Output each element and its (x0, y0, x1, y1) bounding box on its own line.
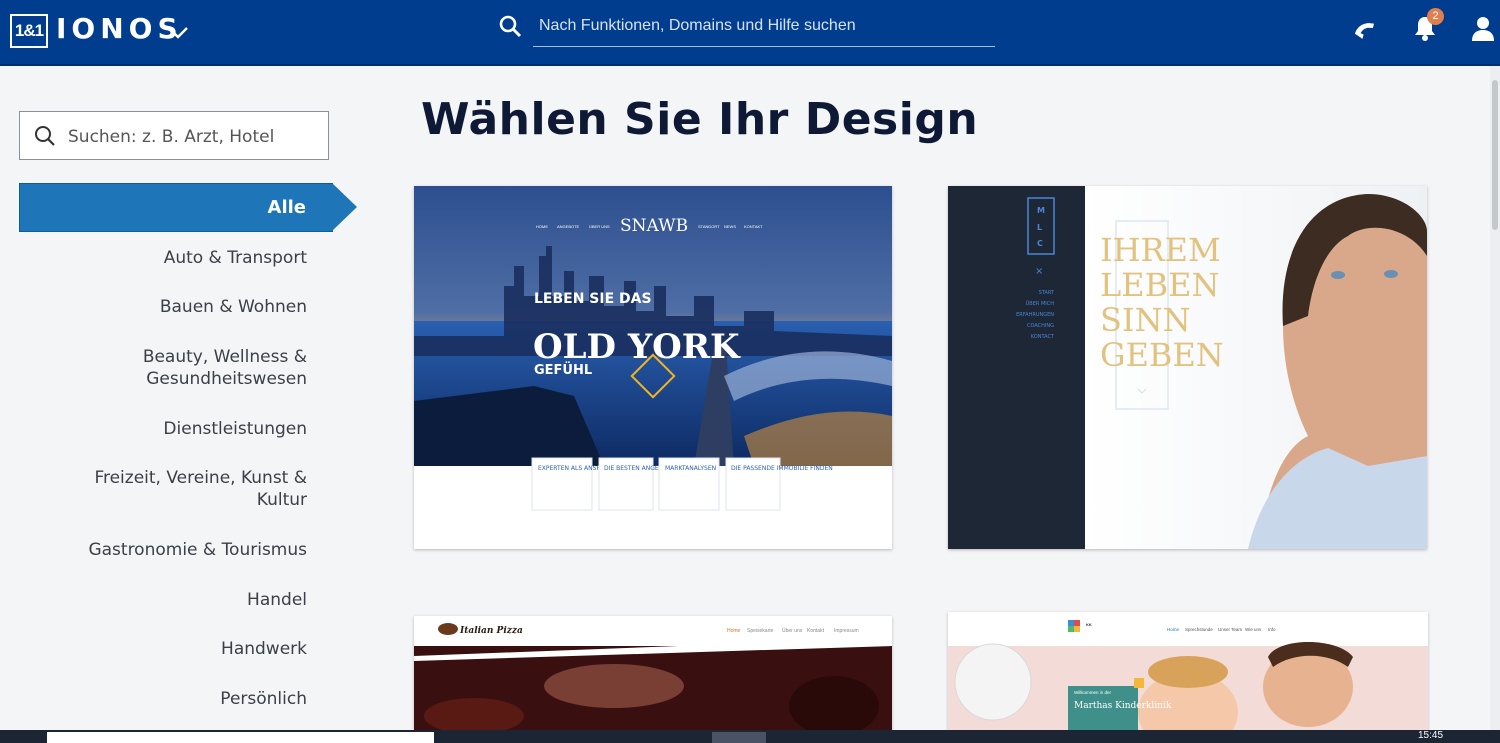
design-card-kinderklinik[interactable]: KK Home Sprechstunde Unser Team Wie uns … (948, 612, 1428, 730)
mlc-nav-ueber-mich: ÜBER MICH (1026, 300, 1055, 307)
snawb-nav-standort: STANDORT (698, 224, 720, 229)
category-handwerk[interactable]: Handwerk (47, 638, 307, 660)
design-card-snawb[interactable]: HOME ANGEBOTE ÜBER UNS STANDORT NEWS KON… (414, 186, 892, 549)
mlc-nav-erfahrungen: ERFAHRUNGEN (1016, 312, 1054, 318)
taskbar-search-box[interactable] (47, 732, 434, 743)
global-search-input[interactable] (533, 10, 995, 42)
mlc-headline-4: GEBEN (1100, 336, 1224, 374)
pizza-nav-impressum: Impressum (834, 628, 859, 634)
pizza-brand: Italian Pizza (459, 626, 523, 636)
design-card-italian-pizza[interactable]: Italian Pizza Home Speisekarte Über uns … (414, 616, 892, 730)
page-title: Wählen Sie Ihr Design (421, 94, 979, 145)
category-freizeit[interactable]: Freizeit, Vereine, Kunst & Kultur (77, 467, 307, 511)
mlc-nav-kontact: KONTACT (1031, 334, 1055, 340)
design-preview-snawb: HOME ANGEBOTE ÜBER UNS STANDORT NEWS KON… (414, 186, 892, 549)
snawb-tile-4: DIE PASSENDE IMMOBILIE FINDEN (731, 465, 833, 472)
phone-icon[interactable] (1352, 16, 1380, 44)
svg-text:L: L (1037, 223, 1042, 232)
pizza-nav-speisekarte: Speisekarte (747, 628, 774, 634)
os-taskbar: 15:45 (0, 730, 1500, 743)
mlc-nav-start: START (1039, 290, 1055, 296)
mlc-headline-3: SINN (1100, 301, 1191, 339)
category-all[interactable]: Alle (19, 183, 333, 232)
design-search-input[interactable] (66, 112, 320, 161)
snawb-headline-end: GEFÜHL (534, 362, 592, 378)
design-search-field[interactable] (19, 111, 329, 161)
kk-nav-sprechstunde: Sprechstunde (1185, 627, 1213, 632)
mlc-headline-2: LEBEN (1100, 266, 1219, 304)
snawb-brand: SNAWB (620, 216, 688, 236)
category-bauen-wohnen[interactable]: Bauen & Wohnen (47, 296, 307, 318)
kk-nav-info: Info (1268, 627, 1276, 632)
notification-badge: 2 (1427, 8, 1444, 25)
ionos-logo-mark[interactable]: 1&1 (10, 14, 48, 48)
category-handel[interactable]: Handel (47, 589, 307, 611)
taskbar-clock: 15:45 (1418, 730, 1444, 741)
ionos-logo-text[interactable]: IONOS (56, 12, 183, 45)
category-dienstleistungen[interactable]: Dienstleistungen (47, 418, 307, 440)
kk-nav-team: Unser Team (1218, 627, 1242, 632)
snawb-nav-kontakt: KONTAKT (744, 224, 763, 229)
snawb-nav-news: NEWS (724, 224, 736, 229)
snawb-nav-ueber-uns: ÜBER UNS (589, 224, 610, 229)
search-icon (35, 126, 55, 146)
global-search-field[interactable] (533, 10, 995, 47)
category-auto-transport[interactable]: Auto & Transport (47, 247, 307, 269)
svg-text:M: M (1037, 206, 1045, 215)
mlc-close-icon: × (1035, 266, 1043, 277)
design-preview-pizza: Italian Pizza Home Speisekarte Über uns … (414, 616, 892, 730)
snawb-headline-big: OLD YORK (533, 327, 741, 367)
chevron-down-icon[interactable] (166, 20, 190, 44)
mlc-nav-coaching: COACHING (1027, 323, 1054, 329)
category-all-label: Alle (267, 197, 306, 218)
kk-brand-small: KK (1086, 622, 1092, 627)
svg-text:C: C (1037, 239, 1043, 248)
snawb-tile-3: MARKTANALYSEN (665, 465, 716, 472)
search-icon[interactable] (498, 14, 522, 38)
kk-nav-wie-uns: Wie uns (1245, 627, 1262, 632)
category-beauty-wellness[interactable]: Beauty, Wellness & Gesundheitswesen (107, 346, 307, 390)
pizza-nav-kontakt: Kontakt (807, 628, 825, 634)
snawb-nav-angebote: ANGEBOTE (557, 224, 580, 229)
kk-title: Marthas Kinderklinik (1074, 701, 1172, 711)
snawb-nav-home: HOME (536, 224, 548, 229)
design-preview-mlc: MLC × START ÜBER MICH ERFAHRUNGEN COACHI… (948, 186, 1427, 549)
category-gastronomie[interactable]: Gastronomie & Tourismus (47, 539, 307, 561)
design-card-mlc[interactable]: MLC × START ÜBER MICH ERFAHRUNGEN COACHI… (948, 186, 1427, 549)
taskbar-app-button[interactable] (712, 732, 766, 743)
snawb-headline-small: LEBEN SIE DAS (534, 291, 652, 307)
pizza-nav-home: Home (727, 628, 741, 634)
top-navigation-bar: 1&1 IONOS 2 (0, 0, 1500, 66)
pizza-nav-ueber-uns: Über uns (782, 627, 803, 634)
kk-badge: Willkommen in der (1074, 690, 1112, 695)
page-scrollbar-thumb[interactable] (1492, 80, 1498, 230)
category-persoenlich[interactable]: Persönlich (47, 688, 307, 710)
category-active-arrow (332, 183, 357, 231)
user-icon[interactable] (1470, 14, 1496, 42)
kk-nav-home: Home (1167, 627, 1180, 632)
mlc-headline-1: IHREM (1100, 231, 1221, 269)
design-preview-kinderklinik: KK Home Sprechstunde Unser Team Wie uns … (948, 612, 1428, 730)
